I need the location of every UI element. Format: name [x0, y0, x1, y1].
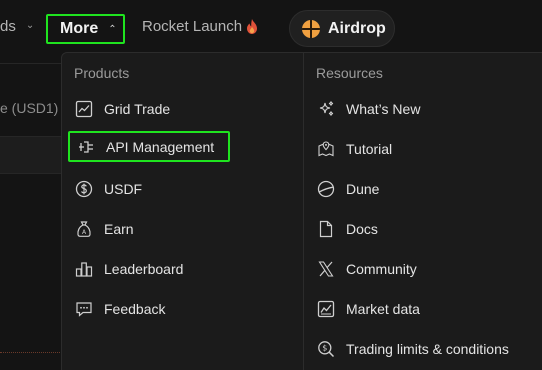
chevron-up-icon: ⌃: [108, 23, 117, 35]
column-divider: [303, 53, 304, 370]
menu-item-tutorial[interactable]: Tutorial: [316, 136, 392, 162]
menu-item-label: Tutorial: [346, 141, 393, 157]
dollar-coin-icon: [74, 179, 94, 199]
top-nav: ds ⌄ More ⌃ Rocket Launch Airdrop: [0, 0, 542, 56]
dune-icon: [316, 179, 336, 199]
rocket-launch-label: Rocket Launch: [142, 18, 243, 35]
more-menu-button[interactable]: More ⌃: [46, 14, 125, 44]
resources-heading: Resources: [316, 65, 383, 81]
api-plug-icon: [76, 137, 96, 157]
menu-item-label: What’s New: [346, 101, 421, 117]
more-label: More: [60, 20, 99, 37]
menu-item-whats-new[interactable]: What’s New: [316, 96, 420, 122]
sparkle-icon: [316, 99, 336, 119]
leaderboard-icon: [74, 259, 94, 279]
menu-item-label: Earn: [104, 221, 134, 237]
rocket-launch-link[interactable]: Rocket Launch: [142, 18, 258, 35]
nav-item-rewards[interactable]: ds ⌄: [0, 18, 34, 35]
menu-item-label: Market data: [346, 301, 420, 317]
menu-item-label: Docs: [346, 221, 378, 237]
menu-item-label: Trading limits & conditions: [346, 341, 509, 357]
money-bag-icon: A: [74, 219, 94, 239]
menu-item-feedback[interactable]: Feedback: [74, 296, 165, 322]
grid-trade-icon: [74, 99, 94, 119]
menu-item-leaderboard[interactable]: Leaderboard: [74, 256, 183, 282]
menu-item-label: Community: [346, 261, 417, 277]
menu-item-label: Grid Trade: [104, 101, 171, 117]
divider: [0, 63, 62, 64]
menu-item-market-data[interactable]: Market data: [316, 296, 420, 322]
menu-item-community[interactable]: Community: [316, 256, 417, 282]
background-row: [0, 136, 62, 174]
menu-item-trading-limits[interactable]: $ Trading limits & conditions: [316, 336, 509, 362]
menu-item-docs[interactable]: Docs: [316, 216, 378, 242]
menu-item-grid-trade[interactable]: Grid Trade: [74, 96, 170, 122]
chart-icon: [316, 299, 336, 319]
menu-item-dune[interactable]: Dune: [316, 176, 379, 202]
menu-item-earn[interactable]: A Earn: [74, 216, 134, 242]
products-heading: Products: [74, 65, 130, 81]
feedback-icon: [74, 299, 94, 319]
chevron-down-icon: ⌄: [25, 20, 35, 31]
background-field-label: e (USD1): [0, 100, 59, 116]
menu-item-usdf[interactable]: USDF: [74, 176, 142, 202]
svg-text:A: A: [82, 229, 87, 236]
airdrop-button[interactable]: Airdrop: [289, 10, 395, 47]
search-dollar-icon: $: [316, 339, 336, 359]
document-icon: [316, 219, 336, 239]
map-pin-icon: [316, 139, 336, 159]
nav-item-label: ds: [0, 18, 16, 35]
x-logo-icon: [316, 259, 336, 279]
menu-item-label: API Management: [106, 138, 215, 155]
airdrop-icon: [302, 19, 320, 38]
menu-item-label: Dune: [346, 181, 380, 197]
flame-icon: [246, 19, 258, 34]
menu-item-api-management[interactable]: API Management: [68, 131, 230, 162]
svg-text:$: $: [322, 344, 327, 353]
menu-item-label: USDF: [104, 181, 143, 197]
airdrop-label: Airdrop: [328, 19, 386, 37]
menu-item-label: Leaderboard: [104, 261, 184, 277]
more-dropdown-menu: Products Grid Trade API Management USDF …: [61, 52, 542, 370]
menu-item-label: Feedback: [104, 301, 166, 317]
dotted-line: [0, 352, 62, 353]
